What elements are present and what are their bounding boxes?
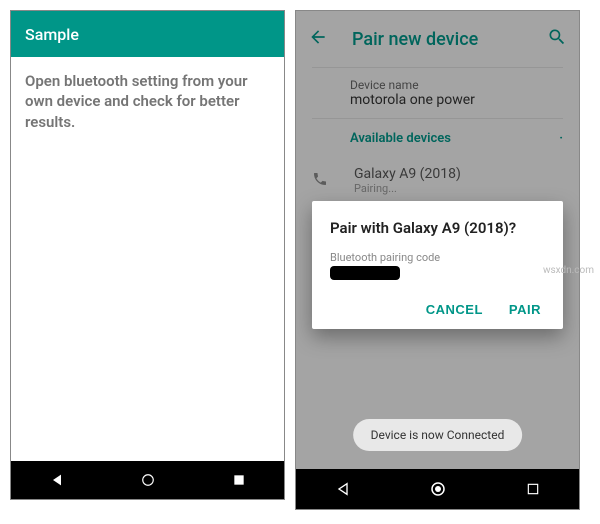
connected-toast: Device is now Connected	[353, 419, 523, 451]
pairing-dialog: Pair with Galaxy A9 (2018)? Bluetooth pa…	[312, 201, 563, 329]
nav-back-icon[interactable]	[335, 481, 351, 497]
back-arrow-icon[interactable]	[308, 27, 328, 51]
pairing-code-redacted	[330, 266, 400, 280]
android-nav-bar	[11, 461, 284, 499]
nav-back-icon[interactable]	[49, 472, 65, 488]
settings-header: Pair new device	[296, 11, 579, 67]
nav-home-icon[interactable]	[141, 473, 155, 487]
available-devices-row: Available devices ·	[296, 119, 579, 158]
device-entry-status: Pairing...	[354, 182, 461, 195]
phone-sample-app: Sample Open bluetooth setting from your …	[10, 10, 285, 500]
dialog-title: Pair with Galaxy A9 (2018)?	[330, 219, 545, 237]
device-entry-name: Galaxy A9 (2018)	[354, 166, 461, 182]
phone-bluetooth-settings: Pair new device Device name motorola one…	[295, 10, 580, 510]
app-bar: Sample	[11, 11, 284, 57]
instruction-text: Open bluetooth setting from your own dev…	[11, 57, 284, 146]
search-icon[interactable]	[547, 27, 567, 51]
android-nav-bar	[296, 469, 579, 509]
nav-recent-icon[interactable]	[232, 473, 246, 487]
cancel-button[interactable]: CANCEL	[426, 302, 483, 317]
watermark-text: wsxdn.com	[543, 265, 594, 276]
device-name-value: motorola one power	[350, 92, 525, 108]
app-bar-title: Sample	[25, 25, 79, 44]
pairing-code-label: Bluetooth pairing code	[330, 251, 545, 264]
device-name-label: Device name	[350, 78, 525, 92]
phone-icon	[312, 171, 328, 191]
available-devices-label: Available devices	[350, 131, 559, 146]
dialog-action-row: CANCEL PAIR	[330, 296, 545, 323]
settings-title: Pair new device	[352, 29, 523, 50]
device-name-section[interactable]: Device name motorola one power	[296, 68, 579, 118]
refresh-spinner-icon: ·	[559, 131, 563, 146]
pair-button[interactable]: PAIR	[509, 302, 541, 317]
nav-home-icon[interactable]	[429, 480, 447, 498]
found-device-row[interactable]: Galaxy A9 (2018) Pairing...	[296, 158, 579, 203]
nav-recent-icon[interactable]	[526, 482, 540, 496]
